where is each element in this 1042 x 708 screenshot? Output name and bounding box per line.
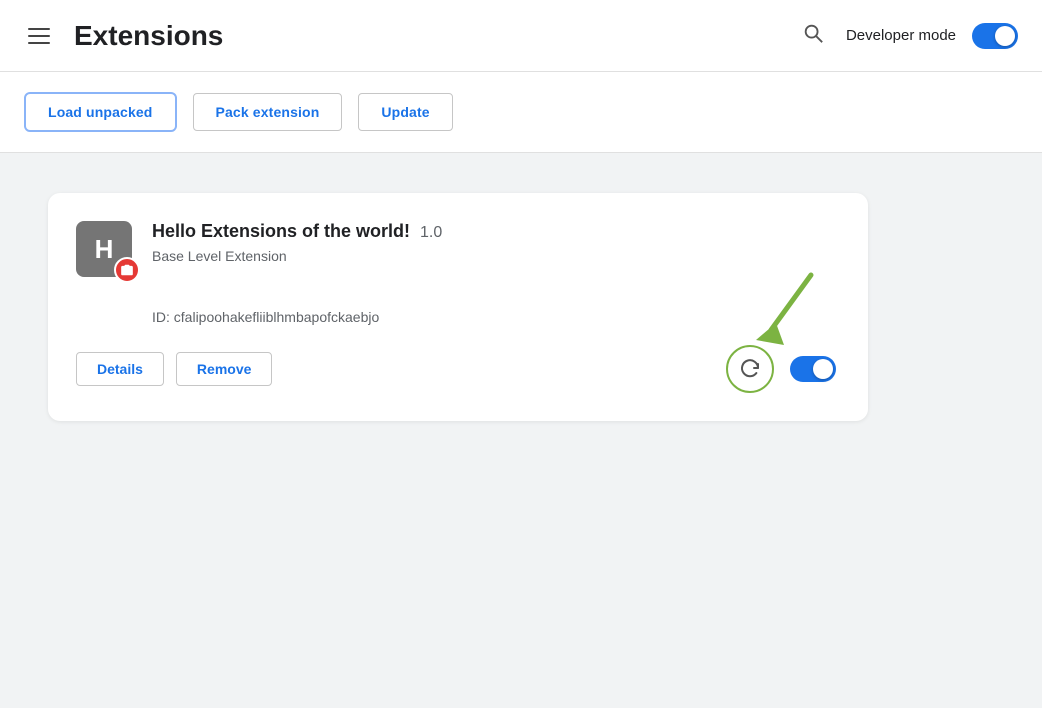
header-left: Extensions	[24, 20, 223, 52]
page-title: Extensions	[74, 20, 223, 52]
developer-mode-toggle[interactable]	[972, 23, 1018, 49]
extension-icon-wrap: H	[76, 221, 132, 277]
extension-actions: Details Remove	[76, 352, 272, 386]
camera-icon	[120, 263, 134, 277]
main-content: H Hello Extensions of the world! 1.0 Bas…	[0, 153, 1042, 461]
extension-badge	[114, 257, 140, 283]
toolbar: Load unpacked Pack extension Update	[0, 72, 1042, 153]
developer-mode-label: Developer mode	[846, 27, 956, 44]
refresh-button-wrap	[726, 345, 774, 393]
load-unpacked-button[interactable]: Load unpacked	[24, 92, 177, 132]
extension-version: 1.0	[420, 224, 442, 242]
update-button[interactable]: Update	[358, 93, 452, 131]
extension-card-top: H Hello Extensions of the world! 1.0 Bas…	[76, 221, 836, 277]
refresh-button[interactable]	[726, 345, 774, 393]
hamburger-menu[interactable]	[24, 24, 54, 48]
details-button[interactable]: Details	[76, 352, 164, 386]
extension-name: Hello Extensions of the world!	[152, 221, 410, 242]
search-icon	[802, 22, 824, 44]
header: Extensions Developer mode	[0, 0, 1042, 72]
search-button[interactable]	[796, 16, 830, 55]
extension-card-bottom: Details Remove	[76, 345, 836, 393]
pack-extension-button[interactable]: Pack extension	[193, 93, 343, 131]
refresh-icon	[738, 357, 762, 381]
extension-right-controls	[726, 345, 836, 393]
extension-description: Base Level Extension	[152, 248, 442, 264]
header-right: Developer mode	[796, 16, 1018, 55]
extension-card: H Hello Extensions of the world! 1.0 Bas…	[48, 193, 868, 421]
remove-button[interactable]: Remove	[176, 352, 272, 386]
extension-id: ID: cfalipoohakefliiblhmbapofckaebjo	[76, 309, 836, 325]
extension-name-row: Hello Extensions of the world! 1.0	[152, 221, 442, 242]
extension-info: Hello Extensions of the world! 1.0 Base …	[152, 221, 442, 264]
extension-enable-toggle[interactable]	[790, 356, 836, 382]
